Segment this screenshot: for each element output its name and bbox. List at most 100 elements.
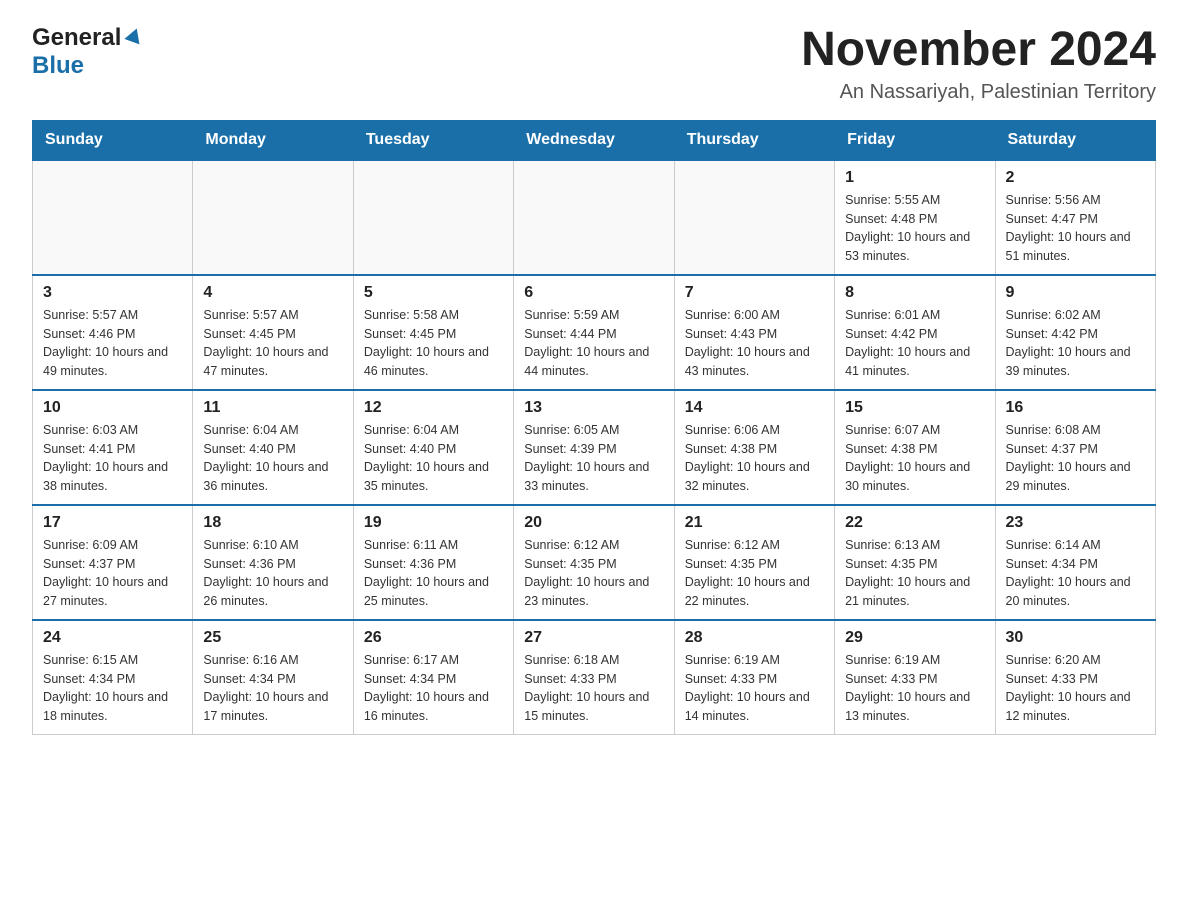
day-number: 26 [364, 629, 503, 647]
title-area: November 2024 An Nassariyah, Palestinian… [801, 24, 1156, 104]
column-header-monday: Monday [193, 120, 353, 160]
day-info: Sunrise: 6:20 AM Sunset: 4:33 PM Dayligh… [1006, 651, 1145, 726]
day-number: 19 [364, 514, 503, 532]
week-row-4: 17 Sunrise: 6:09 AM Sunset: 4:37 PM Dayli… [33, 505, 1156, 620]
calendar-cell: 25 Sunrise: 6:16 AM Sunset: 4:34 PM Dayli… [193, 620, 353, 735]
logo-triangle-icon [124, 26, 144, 51]
day-number: 1 [845, 169, 984, 187]
calendar-cell: 18 Sunrise: 6:10 AM Sunset: 4:36 PM Dayli… [193, 505, 353, 620]
day-number: 30 [1006, 629, 1145, 647]
calendar-cell: 16 Sunrise: 6:08 AM Sunset: 4:37 PM Dayli… [995, 390, 1155, 505]
day-info: Sunrise: 5:56 AM Sunset: 4:47 PM Dayligh… [1006, 191, 1145, 266]
calendar-cell: 1 Sunrise: 5:55 AM Sunset: 4:48 PM Daylig… [835, 160, 995, 275]
column-header-sunday: Sunday [33, 120, 193, 160]
calendar-cell: 30 Sunrise: 6:20 AM Sunset: 4:33 PM Dayli… [995, 620, 1155, 735]
day-number: 14 [685, 399, 824, 417]
column-header-friday: Friday [835, 120, 995, 160]
calendar-cell: 6 Sunrise: 5:59 AM Sunset: 4:44 PM Daylig… [514, 275, 674, 390]
day-info: Sunrise: 6:08 AM Sunset: 4:37 PM Dayligh… [1006, 421, 1145, 496]
calendar-cell: 11Sunrise: 6:04 AM Sunset: 4:40 PM Dayli… [193, 390, 353, 505]
calendar-cell [33, 160, 193, 275]
calendar-cell: 26Sunrise: 6:17 AM Sunset: 4:34 PM Dayli… [353, 620, 513, 735]
day-number: 12 [364, 399, 503, 417]
day-info: Sunrise: 6:19 AM Sunset: 4:33 PM Dayligh… [685, 651, 824, 726]
day-number: 20 [524, 514, 663, 532]
day-info: Sunrise: 6:19 AM Sunset: 4:33 PM Dayligh… [845, 651, 984, 726]
day-info: Sunrise: 5:55 AM Sunset: 4:48 PM Dayligh… [845, 191, 984, 266]
day-number: 4 [203, 284, 342, 302]
calendar-cell: 20 Sunrise: 6:12 AM Sunset: 4:35 PM Dayli… [514, 505, 674, 620]
calendar-cell [193, 160, 353, 275]
day-number: 13 [524, 399, 663, 417]
location-title: An Nassariyah, Palestinian Territory [801, 81, 1156, 104]
week-row-1: 1 Sunrise: 5:55 AM Sunset: 4:48 PM Daylig… [33, 160, 1156, 275]
page-header: General Blue November 2024 An Nassariyah… [32, 24, 1156, 104]
column-header-wednesday: Wednesday [514, 120, 674, 160]
day-info: Sunrise: 6:12 AM Sunset: 4:35 PM Dayligh… [524, 536, 663, 611]
day-info: Sunrise: 6:06 AM Sunset: 4:38 PM Dayligh… [685, 421, 824, 496]
day-number: 25 [203, 629, 342, 647]
calendar-cell: 2 Sunrise: 5:56 AM Sunset: 4:47 PM Daylig… [995, 160, 1155, 275]
day-number: 9 [1006, 284, 1145, 302]
day-info: Sunrise: 6:00 AM Sunset: 4:43 PM Dayligh… [685, 306, 824, 381]
day-info: Sunrise: 6:15 AM Sunset: 4:34 PM Dayligh… [43, 651, 182, 726]
day-number: 29 [845, 629, 984, 647]
logo-blue-text: Blue [32, 52, 84, 79]
calendar-cell: 17 Sunrise: 6:09 AM Sunset: 4:37 PM Dayli… [33, 505, 193, 620]
calendar-cell: 14 Sunrise: 6:06 AM Sunset: 4:38 PM Dayli… [674, 390, 834, 505]
calendar-cell: 27 Sunrise: 6:18 AM Sunset: 4:33 PM Dayli… [514, 620, 674, 735]
calendar-cell: 13 Sunrise: 6:05 AM Sunset: 4:39 PM Dayli… [514, 390, 674, 505]
day-number: 15 [845, 399, 984, 417]
calendar-cell: 24Sunrise: 6:15 AM Sunset: 4:34 PM Dayli… [33, 620, 193, 735]
day-number: 18 [203, 514, 342, 532]
day-info: Sunrise: 5:57 AM Sunset: 4:46 PM Dayligh… [43, 306, 182, 381]
month-title: November 2024 [801, 24, 1156, 77]
day-info: Sunrise: 6:14 AM Sunset: 4:34 PM Dayligh… [1006, 536, 1145, 611]
calendar-table: SundayMondayTuesdayWednesdayThursdayFrid… [32, 120, 1156, 735]
day-number: 22 [845, 514, 984, 532]
calendar-cell: 9 Sunrise: 6:02 AM Sunset: 4:42 PM Daylig… [995, 275, 1155, 390]
day-info: Sunrise: 6:07 AM Sunset: 4:38 PM Dayligh… [845, 421, 984, 496]
day-info: Sunrise: 6:18 AM Sunset: 4:33 PM Dayligh… [524, 651, 663, 726]
day-info: Sunrise: 6:05 AM Sunset: 4:39 PM Dayligh… [524, 421, 663, 496]
day-number: 17 [43, 514, 182, 532]
calendar-cell: 12Sunrise: 6:04 AM Sunset: 4:40 PM Dayli… [353, 390, 513, 505]
week-row-2: 3Sunrise: 5:57 AM Sunset: 4:46 PM Daylig… [33, 275, 1156, 390]
day-info: Sunrise: 6:16 AM Sunset: 4:34 PM Dayligh… [203, 651, 342, 726]
calendar-cell: 22Sunrise: 6:13 AM Sunset: 4:35 PM Dayli… [835, 505, 995, 620]
day-info: Sunrise: 6:01 AM Sunset: 4:42 PM Dayligh… [845, 306, 984, 381]
day-number: 7 [685, 284, 824, 302]
calendar-cell: 29 Sunrise: 6:19 AM Sunset: 4:33 PM Dayli… [835, 620, 995, 735]
day-info: Sunrise: 6:10 AM Sunset: 4:36 PM Dayligh… [203, 536, 342, 611]
column-header-tuesday: Tuesday [353, 120, 513, 160]
day-number: 11 [203, 399, 342, 417]
day-number: 6 [524, 284, 663, 302]
calendar-cell: 28 Sunrise: 6:19 AM Sunset: 4:33 PM Dayli… [674, 620, 834, 735]
day-number: 8 [845, 284, 984, 302]
day-number: 28 [685, 629, 824, 647]
calendar-cell: 7 Sunrise: 6:00 AM Sunset: 4:43 PM Daylig… [674, 275, 834, 390]
calendar-cell: 23 Sunrise: 6:14 AM Sunset: 4:34 PM Dayli… [995, 505, 1155, 620]
calendar-cell [514, 160, 674, 275]
day-info: Sunrise: 5:58 AM Sunset: 4:45 PM Dayligh… [364, 306, 503, 381]
day-number: 2 [1006, 169, 1145, 187]
day-info: Sunrise: 5:59 AM Sunset: 4:44 PM Dayligh… [524, 306, 663, 381]
logo: General Blue [32, 24, 144, 80]
day-number: 27 [524, 629, 663, 647]
column-header-thursday: Thursday [674, 120, 834, 160]
day-number: 5 [364, 284, 503, 302]
day-info: Sunrise: 6:03 AM Sunset: 4:41 PM Dayligh… [43, 421, 182, 496]
day-number: 23 [1006, 514, 1145, 532]
day-info: Sunrise: 6:09 AM Sunset: 4:37 PM Dayligh… [43, 536, 182, 611]
day-number: 10 [43, 399, 182, 417]
week-row-5: 24Sunrise: 6:15 AM Sunset: 4:34 PM Dayli… [33, 620, 1156, 735]
calendar-header-row: SundayMondayTuesdayWednesdayThursdayFrid… [33, 120, 1156, 160]
calendar-cell: 5 Sunrise: 5:58 AM Sunset: 4:45 PM Daylig… [353, 275, 513, 390]
day-number: 16 [1006, 399, 1145, 417]
column-header-saturday: Saturday [995, 120, 1155, 160]
logo-general-text: General [32, 24, 121, 52]
day-info: Sunrise: 6:02 AM Sunset: 4:42 PM Dayligh… [1006, 306, 1145, 381]
day-info: Sunrise: 6:11 AM Sunset: 4:36 PM Dayligh… [364, 536, 503, 611]
calendar-cell: 3Sunrise: 5:57 AM Sunset: 4:46 PM Daylig… [33, 275, 193, 390]
calendar-cell: 19 Sunrise: 6:11 AM Sunset: 4:36 PM Dayli… [353, 505, 513, 620]
